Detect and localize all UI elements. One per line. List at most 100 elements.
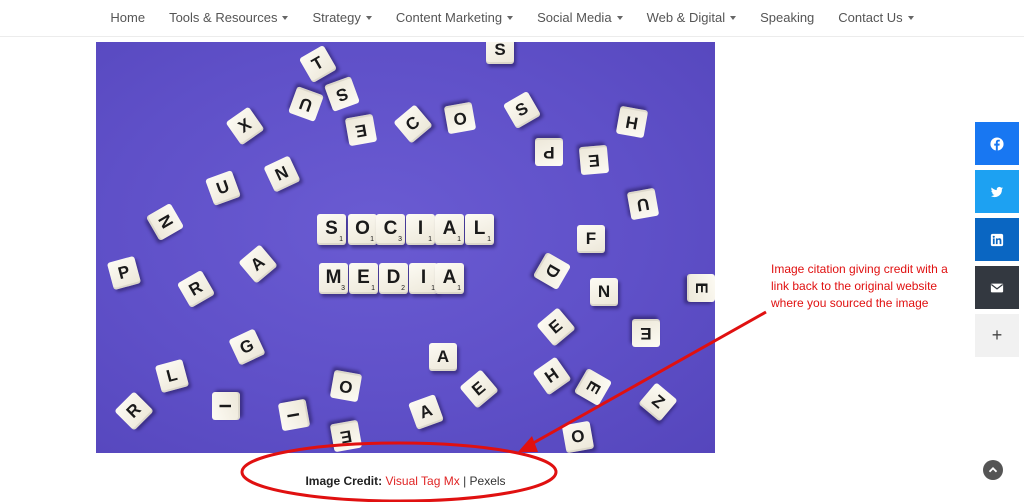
letter-tile: T [298,44,338,84]
nav-item-web-digital[interactable]: Web & Digital [635,0,749,36]
tile-letter: E [468,377,490,400]
letter-tile: S1 [317,214,346,245]
letter-tile: F [577,225,605,253]
tile-letter: C [401,112,424,135]
facebook-icon [990,136,1004,151]
letter-tile: U [288,86,324,122]
letter-tile: N [145,202,185,242]
tile-letter: R [185,277,206,300]
nav-item-tools-resources[interactable]: Tools & Resources [157,0,300,36]
tile-letter: N [272,162,292,185]
letter-tile: N [263,155,301,193]
letter-tile: E [687,274,715,302]
email-icon [990,283,1004,292]
tile-letter: L [164,364,180,387]
tile-letter: E [338,426,354,447]
tile-letter: E [353,120,369,141]
tile-score: 3 [341,285,345,292]
image-credit-source: Pexels [469,474,506,488]
tile-letter: E [545,315,567,338]
tile-letter: E [357,267,370,288]
tile-letter: N [154,211,177,232]
letter-tile: P [535,138,563,166]
tile-letter: L [473,218,486,239]
caret-down-icon [730,16,737,20]
letter-tile: O [329,369,363,403]
tile-letter: H [541,364,563,387]
email-share-button[interactable] [975,266,1019,309]
plus-icon: + [991,325,1003,345]
letter-tile: A [238,244,278,284]
caret-down-icon [616,16,623,20]
caret-down-icon [907,16,914,20]
letter-tile: E [578,144,610,176]
nav-item-label: Strategy [312,10,361,25]
tile-score: 1 [487,236,491,243]
tile-letter: A [246,252,269,275]
tile-letter: I [216,403,235,409]
letter-tile: I [212,392,240,420]
tile-letter: F [585,229,597,248]
letter-tile: C3 [376,214,405,245]
tile-letter: I [417,218,424,239]
tile-letter: U [635,194,651,215]
back-to-top-button[interactable] [983,460,1003,480]
letter-tile: P [106,255,142,291]
letter-tile: O1 [348,214,377,245]
letter-tile: A1 [435,214,464,245]
letter-tile: E [536,307,576,347]
letter-tile: A [429,343,457,371]
letter-tile: C [393,104,433,144]
tile-letter: E [640,324,652,343]
tile-letter: X [234,114,255,137]
image-credit-link[interactable]: Visual Tag Mx [385,474,459,488]
letter-tile: A [408,394,444,430]
tile-letter: Z [648,390,669,413]
tile-letter: P [115,261,132,284]
letter-tile: Z [638,382,678,422]
tile-score: 2 [401,285,405,292]
tile-letter: S [494,42,506,59]
tile-letter: P [543,143,555,162]
image-credit-label: Image Credit: [305,474,383,488]
facebook-share-button[interactable] [975,122,1019,165]
tile-letter: D [386,267,401,288]
image-credit-caption: Image Credit: Visual Tag Mx | Pexels [0,474,811,488]
more-share-button[interactable]: + [975,314,1019,357]
twitter-share-button[interactable] [975,170,1019,213]
nav-item-home[interactable]: Home [98,0,157,36]
chevron-up-icon [988,467,998,473]
tile-score: 1 [339,236,343,243]
nav-item-contact-us[interactable]: Contact Us [826,0,925,36]
nav-item-speaking[interactable]: Speaking [748,0,826,36]
caret-down-icon [365,16,372,20]
caret-down-icon [507,16,514,20]
tile-score: 1 [371,285,375,292]
tile-letter: C [383,218,398,239]
tile-score: 1 [457,285,461,292]
tile-letter: O [569,426,587,448]
letter-tile: E [632,319,660,347]
nav-item-content-marketing[interactable]: Content Marketing [384,0,525,36]
tile-letter: S [325,218,338,239]
letter-tile: I [277,398,311,432]
letter-tile: E [573,367,613,407]
nav-item-social-media[interactable]: Social Media [525,0,634,36]
tile-letter: E [582,377,605,397]
tile-letter: E [587,150,601,171]
nav-menu: Home Tools & Resources Strategy Content Mar… [0,0,1024,36]
linkedin-share-button[interactable] [975,218,1019,261]
tile-score: 1 [370,236,374,243]
nav-item-label: Contact Us [838,10,903,25]
letter-tile: E [344,113,378,147]
letter-tile: M3 [319,263,348,294]
tile-letter: I [420,267,427,288]
letter-tile: I1 [406,214,435,245]
nav-item-label: Tools & Resources [169,10,278,25]
tile-letter: A [442,218,457,239]
top-navigation: Home Tools & Resources Strategy Content Mar… [0,0,1024,37]
hero-image-social-media-tiles: S1O1C3I1A1L1M3E1D2I1A1TSUSXECOSHPEUNNUFP… [96,42,715,453]
letter-tile: S [486,42,514,64]
nav-item-strategy[interactable]: Strategy [300,0,383,36]
letter-tile: E1 [349,263,378,294]
